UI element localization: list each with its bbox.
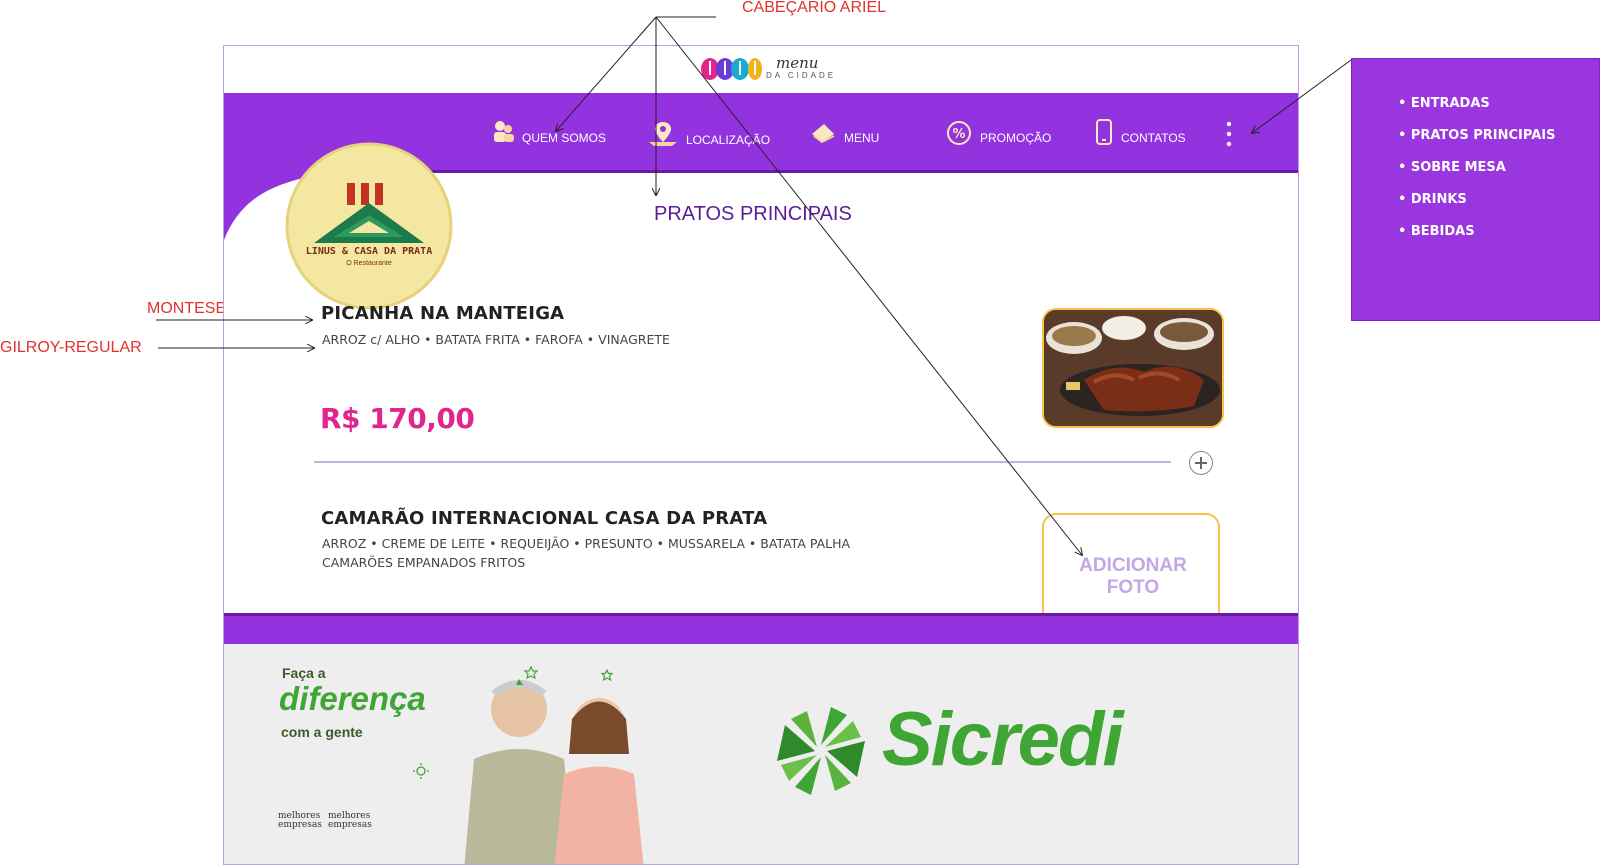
- side-menu-label: SOBRE MESA: [1410, 160, 1506, 175]
- nav-label: QUEM SOMOS: [522, 131, 607, 145]
- ad-line2: diferença: [279, 680, 426, 717]
- dish-title: PICANHA NA MANTEIGA: [321, 303, 565, 324]
- star-icon: [524, 666, 538, 680]
- award-badge-text: melhores empresas: [328, 811, 372, 830]
- annotation-desc-font: GILROY-REGULAR: [0, 339, 142, 356]
- dish-title: CAMARÃO INTERNACIONAL CASA DA PRATA: [321, 508, 768, 529]
- nav-label: CONTATOS: [1121, 131, 1186, 145]
- nav-menu[interactable]: MENU: [810, 119, 879, 145]
- side-menu-item-drinks[interactable]: • DRINKS: [1398, 192, 1467, 207]
- menu-book-icon: [812, 124, 835, 144]
- award-badge: melhores empresas: [278, 812, 322, 846]
- dish-price: R$ 170,00: [320, 402, 475, 435]
- logo-word: menu: [776, 54, 819, 72]
- side-menu-label: PRATOS PRINCIPAIS: [1410, 128, 1556, 143]
- sicredi-ad-banner[interactable]: Faça a diferença com a gente melhores em…: [224, 644, 1298, 864]
- restaurant-logo-badge-icon: [285, 142, 453, 310]
- nav-promocao[interactable]: % PROMOÇÃO: [946, 120, 1051, 146]
- nav-label: LOCALIZAÇÃO: [686, 133, 771, 147]
- ad-people-illustration-icon: [464, 679, 644, 864]
- section-title: PRATOS PRINCIPAIS: [654, 203, 852, 225]
- restaurant-logo[interactable]: LINUS & CASA DA PRATA O Restaurante: [284, 141, 454, 311]
- menu-page-frame: menu DA CIDADE QUEM SOMOS LOCALIZAÇÃO ME…: [223, 45, 1299, 865]
- dish-description: ARROZ • CREME DE LEITE • REQUEIJÃO • PRE…: [322, 536, 851, 551]
- logo-utensils-icon: [701, 58, 762, 80]
- restaurant-subtitle: O Restaurante: [346, 260, 392, 267]
- nav-quem-somos[interactable]: QUEM SOMOS: [492, 119, 606, 145]
- phone-icon: [1096, 119, 1112, 145]
- logo-subword: DA CIDADE: [766, 71, 837, 80]
- annotation-header-font: CABEÇARIO ARIEL: [742, 0, 887, 16]
- nav-label: PROMOÇÃO: [980, 131, 1052, 145]
- nav-contatos[interactable]: CONTATOS: [1095, 118, 1186, 146]
- dish-description: ARROZ c/ ALHO • BATATA FRITA • FAROFA • …: [322, 332, 670, 347]
- more-options-button[interactable]: [1224, 120, 1234, 148]
- side-menu-label: BEBIDAS: [1410, 224, 1475, 239]
- side-menu-item-pratos-principais[interactable]: • PRATOS PRINCIPAIS: [1398, 128, 1555, 143]
- ad-line1: Faça a: [282, 665, 326, 681]
- side-menu-label: DRINKS: [1410, 192, 1467, 207]
- sicredi-logo-icon: [777, 707, 865, 795]
- kebab-menu-icon: [1226, 121, 1232, 147]
- nav-localizacao[interactable]: LOCALIZAÇÃO: [648, 119, 770, 147]
- nav-label: MENU: [844, 131, 880, 145]
- dish-description: CAMARÕES EMPANADOS FRITOS: [322, 555, 526, 570]
- side-menu-item-sobre-mesa[interactable]: • SOBRE MESA: [1398, 160, 1506, 175]
- add-photo-label: ADICIONAR FOTO: [1079, 555, 1187, 598]
- award-badge: melhores empresas: [328, 812, 372, 846]
- side-menu-item-bebidas[interactable]: • BEBIDAS: [1398, 224, 1475, 239]
- percent-icon: %: [947, 121, 971, 145]
- dish-photo[interactable]: [1042, 308, 1224, 428]
- top-logo-bar: menu DA CIDADE: [224, 46, 1298, 93]
- location-pin-icon: [649, 122, 677, 146]
- side-menu-label: ENTRADAS: [1410, 96, 1490, 111]
- side-menu-item-entradas[interactable]: • ENTRADAS: [1398, 96, 1490, 111]
- award-badge-text: melhores empresas: [278, 811, 322, 830]
- add-photo-button[interactable]: ADICIONAR FOTO: [1042, 513, 1220, 613]
- sun-icon: [413, 763, 429, 779]
- star-icon: [601, 669, 613, 681]
- restaurant-name: LINUS & CASA DA PRATA: [305, 246, 433, 257]
- ad-line3: com a gente: [281, 724, 363, 740]
- menu-da-cidade-logo[interactable]: menu DA CIDADE: [700, 54, 840, 84]
- add-dish-button[interactable]: [1189, 451, 1213, 475]
- people-icon: [494, 121, 514, 142]
- picanha-photo-icon: [1044, 310, 1222, 426]
- svg-text:%: %: [952, 127, 965, 142]
- sicredi-brand-name: Sicredi: [882, 697, 1123, 782]
- dish-divider: [314, 461, 1171, 463]
- footer-bar: [224, 613, 1298, 647]
- plus-icon: [1195, 457, 1207, 469]
- side-dropdown-menu: • ENTRADAS • PRATOS PRINCIPAIS • SOBRE M…: [1351, 58, 1600, 321]
